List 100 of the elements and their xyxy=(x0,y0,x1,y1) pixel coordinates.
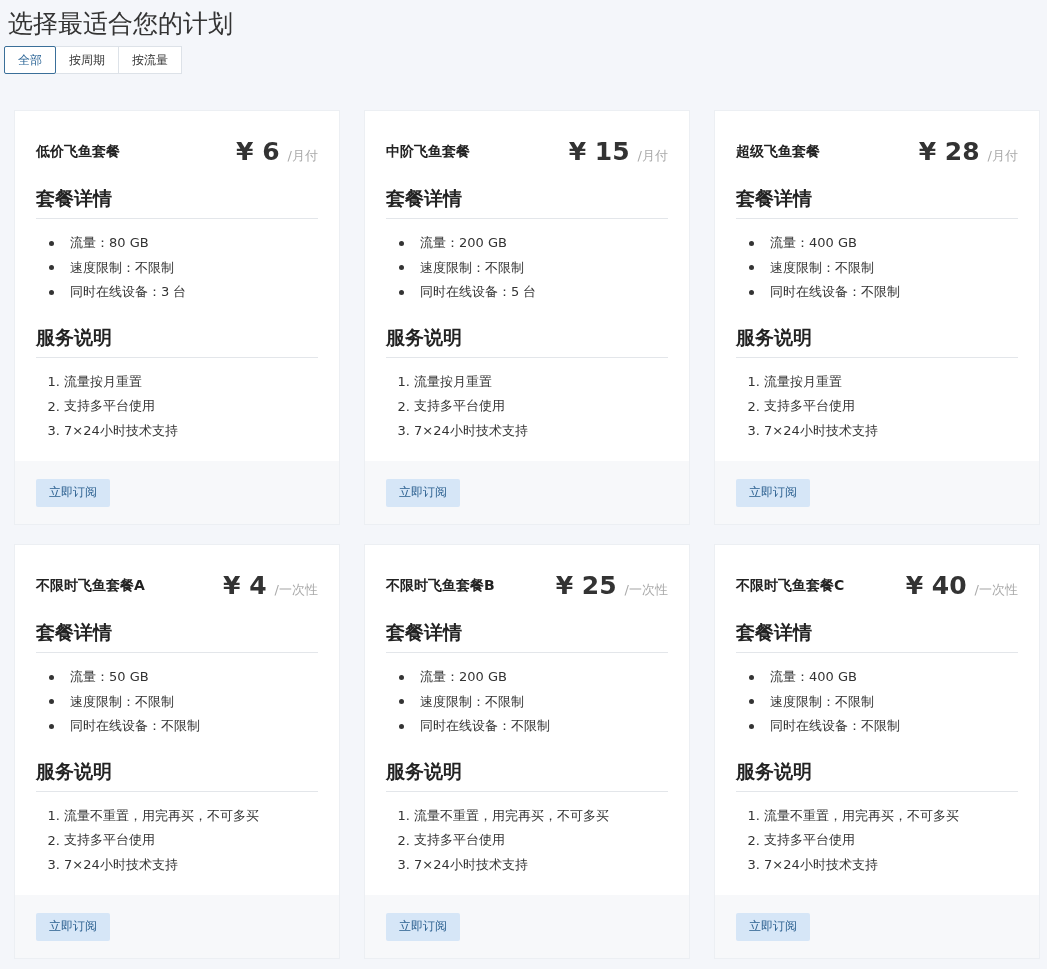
list-number: 2. xyxy=(746,832,760,848)
list-number: 3. xyxy=(396,423,410,439)
page-title: 选择最适合您的计划 xyxy=(8,8,234,40)
service-item: 支持多平台使用 xyxy=(414,397,505,416)
detail-item: 同时在线设备：不限制 xyxy=(70,717,200,736)
section-heading: 套餐详情 xyxy=(36,186,318,219)
list-number: 1. xyxy=(746,374,760,390)
bullet-icon xyxy=(399,699,404,705)
bullet-icon xyxy=(399,674,404,680)
detail-item: 同时在线设备：不限制 xyxy=(420,717,550,736)
service-item: 流量按月重置 xyxy=(414,372,492,391)
bullet-icon xyxy=(749,265,754,271)
subscribe-button[interactable]: 立即订阅 xyxy=(386,478,460,507)
detail-item: 同时在线设备：不限制 xyxy=(770,283,900,302)
detail-item: 流量：400 GB xyxy=(770,234,857,253)
bullet-icon xyxy=(749,240,754,246)
bullet-icon xyxy=(399,289,404,295)
service-item: 支持多平台使用 xyxy=(64,831,155,850)
section-heading: 服务说明 xyxy=(736,758,1018,792)
list-number: 3. xyxy=(46,857,60,873)
plan-price: ¥ 28 xyxy=(918,137,980,166)
list-number: 2. xyxy=(46,832,60,848)
filter-tab[interactable]: 按周期 xyxy=(55,46,119,74)
list-number: 2. xyxy=(46,398,60,414)
section-heading: 套餐详情 xyxy=(386,186,668,219)
billing-period: /月付 xyxy=(987,147,1018,165)
detail-item: 流量：80 GB xyxy=(70,234,149,253)
bullet-icon xyxy=(49,289,54,295)
subscribe-button[interactable]: 立即订阅 xyxy=(736,912,810,941)
section-heading: 服务说明 xyxy=(736,324,1018,358)
service-item: 流量按月重置 xyxy=(764,372,842,391)
subscribe-button[interactable]: 立即订阅 xyxy=(736,478,810,507)
section-heading: 服务说明 xyxy=(386,324,668,358)
detail-item: 同时在线设备：5 台 xyxy=(420,283,537,302)
bullet-icon xyxy=(399,240,404,246)
detail-item: 流量：50 GB xyxy=(70,668,149,687)
detail-item: 速度限制：不限制 xyxy=(770,258,874,277)
service-item: 支持多平台使用 xyxy=(64,397,155,416)
service-item: 支持多平台使用 xyxy=(764,397,855,416)
detail-item: 速度限制：不限制 xyxy=(70,692,174,711)
bullet-icon xyxy=(399,265,404,271)
section-heading: 套餐详情 xyxy=(736,186,1018,219)
list-number: 2. xyxy=(746,398,760,414)
billing-period: /月付 xyxy=(287,147,318,165)
list-number: 1. xyxy=(46,808,60,824)
bullet-icon xyxy=(49,674,54,680)
bullet-icon xyxy=(399,723,404,729)
service-item: 7×24小时技术支持 xyxy=(764,855,878,874)
plan-price: ¥ 40 xyxy=(905,571,967,600)
plan-name: 不限时飞鱼套餐A xyxy=(36,576,145,595)
detail-item: 速度限制：不限制 xyxy=(420,692,524,711)
list-number: 1. xyxy=(746,808,760,824)
section-heading: 套餐详情 xyxy=(736,620,1018,653)
section-heading: 服务说明 xyxy=(36,758,318,792)
bullet-icon xyxy=(749,674,754,680)
detail-item: 速度限制：不限制 xyxy=(420,258,524,277)
service-item: 7×24小时技术支持 xyxy=(764,421,878,440)
list-number: 1. xyxy=(396,808,410,824)
subscribe-button[interactable]: 立即订阅 xyxy=(36,912,110,941)
section-heading: 服务说明 xyxy=(36,324,318,358)
plan-price: ¥ 6 xyxy=(236,137,280,166)
detail-item: 同时在线设备：不限制 xyxy=(770,717,900,736)
detail-item: 同时在线设备：3 台 xyxy=(70,283,187,302)
plan-name: 不限时飞鱼套餐B xyxy=(386,576,495,595)
plan-name: 中阶飞鱼套餐 xyxy=(386,142,470,161)
bullet-icon xyxy=(49,240,54,246)
plan-price: ¥ 25 xyxy=(555,571,617,600)
list-number: 3. xyxy=(746,857,760,873)
filter-tab[interactable]: 按流量 xyxy=(118,46,182,74)
subscribe-button[interactable]: 立即订阅 xyxy=(36,478,110,507)
bullet-icon xyxy=(49,699,54,705)
section-heading: 套餐详情 xyxy=(36,620,318,653)
section-heading: 服务说明 xyxy=(386,758,668,792)
bullet-icon xyxy=(749,289,754,295)
list-number: 2. xyxy=(396,398,410,414)
list-number: 2. xyxy=(396,832,410,848)
filter-tab[interactable]: 全部 xyxy=(4,46,56,74)
plan-price: ¥ 4 xyxy=(223,571,267,600)
plan-name: 低价飞鱼套餐 xyxy=(36,142,120,161)
service-item: 7×24小时技术支持 xyxy=(414,855,528,874)
subscribe-button[interactable]: 立即订阅 xyxy=(386,912,460,941)
plan-price: ¥ 15 xyxy=(568,137,630,166)
list-number: 1. xyxy=(46,374,60,390)
service-item: 流量不重置，用完再买，不可多买 xyxy=(64,806,259,825)
plan-name: 超级飞鱼套餐 xyxy=(736,142,820,161)
list-number: 3. xyxy=(746,423,760,439)
service-item: 7×24小时技术支持 xyxy=(64,855,178,874)
service-item: 流量不重置，用完再买，不可多买 xyxy=(414,806,609,825)
billing-period: /月付 xyxy=(637,147,668,165)
list-number: 1. xyxy=(396,374,410,390)
detail-item: 流量：200 GB xyxy=(420,234,507,253)
service-item: 流量按月重置 xyxy=(64,372,142,391)
plan-name: 不限时飞鱼套餐C xyxy=(736,576,845,595)
bullet-icon xyxy=(49,265,54,271)
detail-item: 速度限制：不限制 xyxy=(70,258,174,277)
list-number: 3. xyxy=(396,857,410,873)
bullet-icon xyxy=(749,699,754,705)
service-item: 支持多平台使用 xyxy=(764,831,855,850)
detail-item: 流量：200 GB xyxy=(420,668,507,687)
service-item: 7×24小时技术支持 xyxy=(414,421,528,440)
